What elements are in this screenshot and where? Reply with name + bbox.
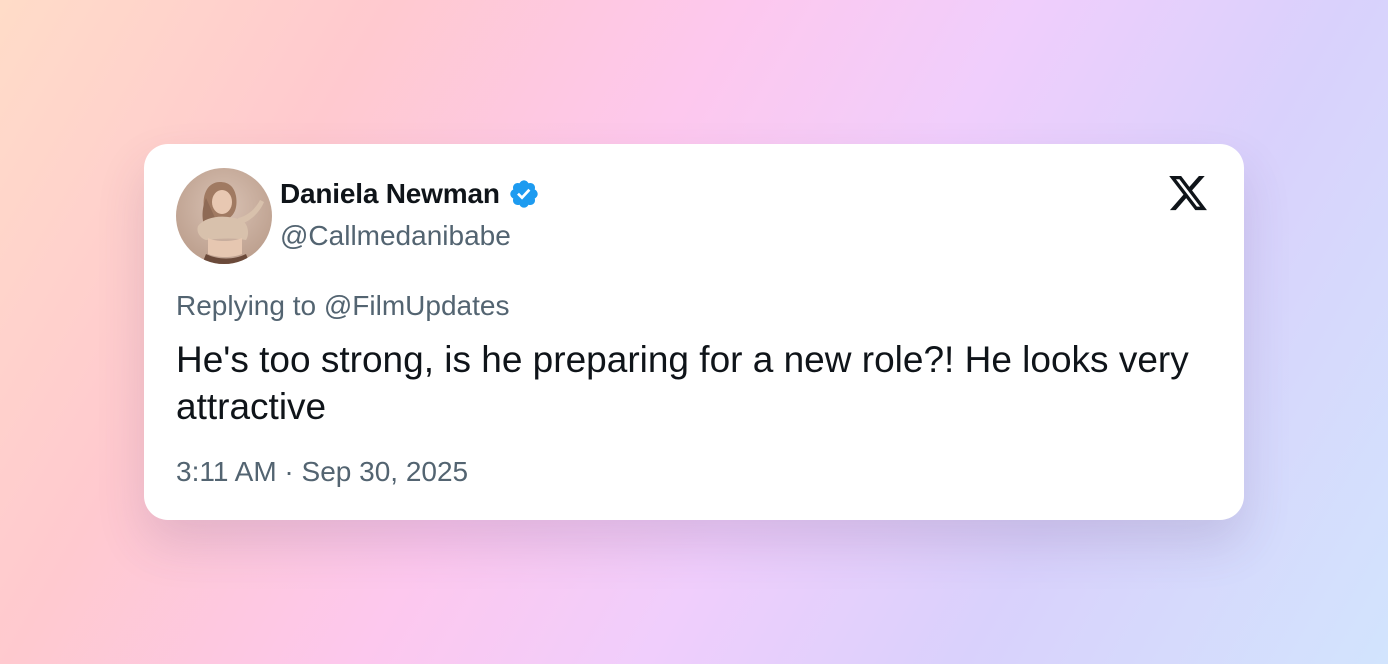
author-handle[interactable]: @Callmedanibabe bbox=[280, 220, 511, 252]
tweet-text: He's too strong, is he preparing for a n… bbox=[176, 339, 1189, 427]
tweet-card: Daniela Newman @Callmedanibabe Replying … bbox=[144, 144, 1244, 520]
x-logo-icon[interactable] bbox=[1166, 172, 1210, 214]
avatar-image bbox=[176, 168, 272, 264]
reply-context: Replying to @FilmUpdates bbox=[176, 290, 510, 321]
tweet-timestamp[interactable]: 3:11 AM · Sep 30, 2025 bbox=[176, 456, 468, 488]
avatar[interactable] bbox=[176, 168, 272, 264]
verified-badge-icon bbox=[510, 180, 538, 208]
author-display-name[interactable]: Daniela Newman bbox=[280, 178, 500, 210]
author-name-row: Daniela Newman bbox=[280, 174, 540, 214]
